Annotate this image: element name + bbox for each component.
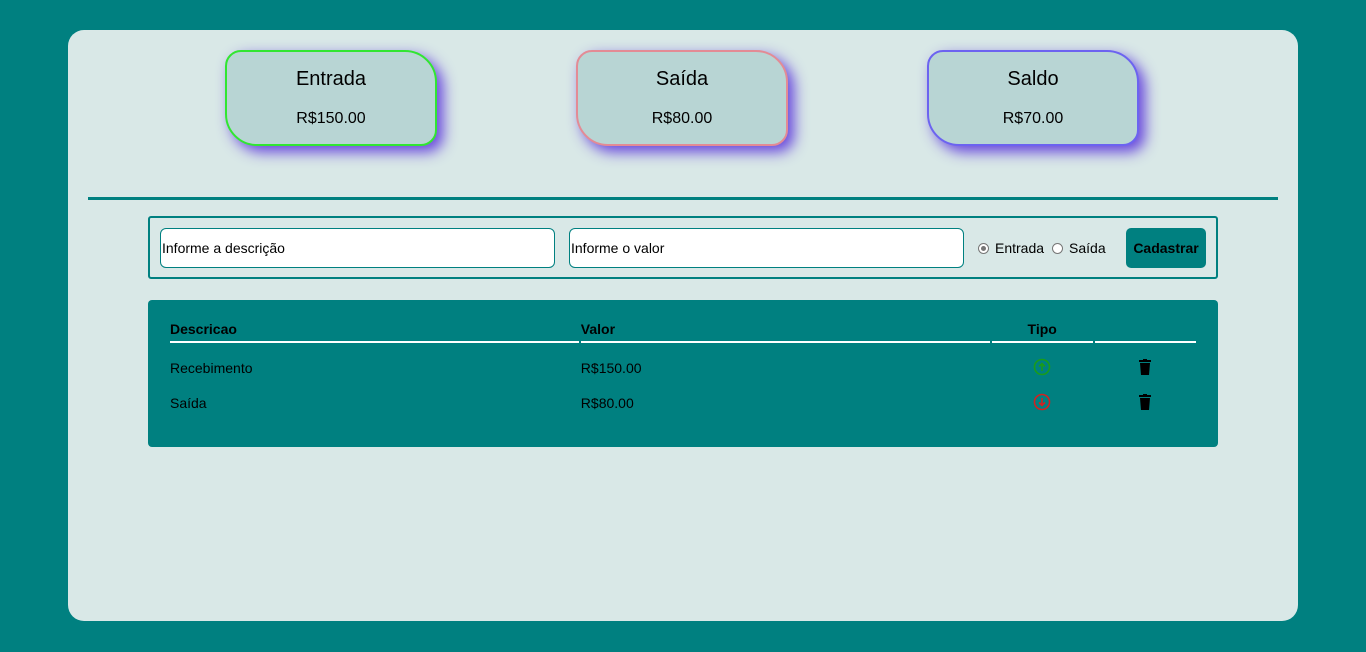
type-radio-group: Entrada Saída [978, 239, 1114, 257]
row-valor: R$80.00 [580, 395, 634, 411]
header-descricao: Descricao [170, 320, 579, 343]
header-valor: Valor [580, 320, 990, 343]
saldo-card: Saldo R$70.00 [927, 50, 1139, 146]
transaction-form: Entrada Saída Cadastrar [148, 216, 1218, 279]
trash-icon[interactable] [1139, 358, 1152, 378]
table-row: Saída R$80.00 [170, 383, 1196, 423]
description-input[interactable] [160, 228, 555, 268]
arrow-up-circle-icon [1033, 358, 1051, 379]
saldo-card-title: Saldo [1007, 68, 1059, 90]
arrow-down-circle-icon [1033, 393, 1051, 414]
header-actions [1094, 320, 1196, 343]
row-descricao: Recebimento [170, 360, 253, 376]
saldo-card-amount: R$70.00 [1002, 110, 1064, 127]
radio-saida[interactable] [1052, 242, 1064, 254]
row-valor: R$150.00 [580, 360, 642, 376]
header-tipo: Tipo [991, 320, 1093, 343]
radio-entrada[interactable] [978, 242, 989, 254]
row-descricao: Saída [170, 395, 207, 411]
trash-icon[interactable] [1139, 393, 1152, 413]
table-row: Recebimento R$150.00 [170, 343, 1196, 383]
entrada-card-amount: R$150.00 [296, 110, 366, 127]
radio-saida-label[interactable]: Saída [1069, 240, 1106, 256]
value-input[interactable] [569, 228, 964, 268]
saida-card-title: Saída [655, 68, 709, 90]
divider [88, 197, 1278, 200]
entrada-card: Entrada R$150.00 [225, 50, 437, 146]
radio-entrada-label[interactable]: Entrada [995, 240, 1044, 256]
saida-card-amount: R$80.00 [651, 110, 713, 127]
main-panel: Entrada R$150.00 Saída R$80.00 Saldo R$7… [68, 30, 1298, 621]
cadastrar-button[interactable]: Cadastrar [1126, 228, 1206, 268]
entrada-card-title: Entrada [295, 68, 367, 90]
saida-card: Saída R$80.00 [576, 50, 788, 146]
transactions-table-container: Descricao Valor Tipo Recebimento R$150.0… [148, 300, 1218, 447]
transactions-table: Descricao Valor Tipo Recebimento R$150.0… [168, 320, 1198, 423]
